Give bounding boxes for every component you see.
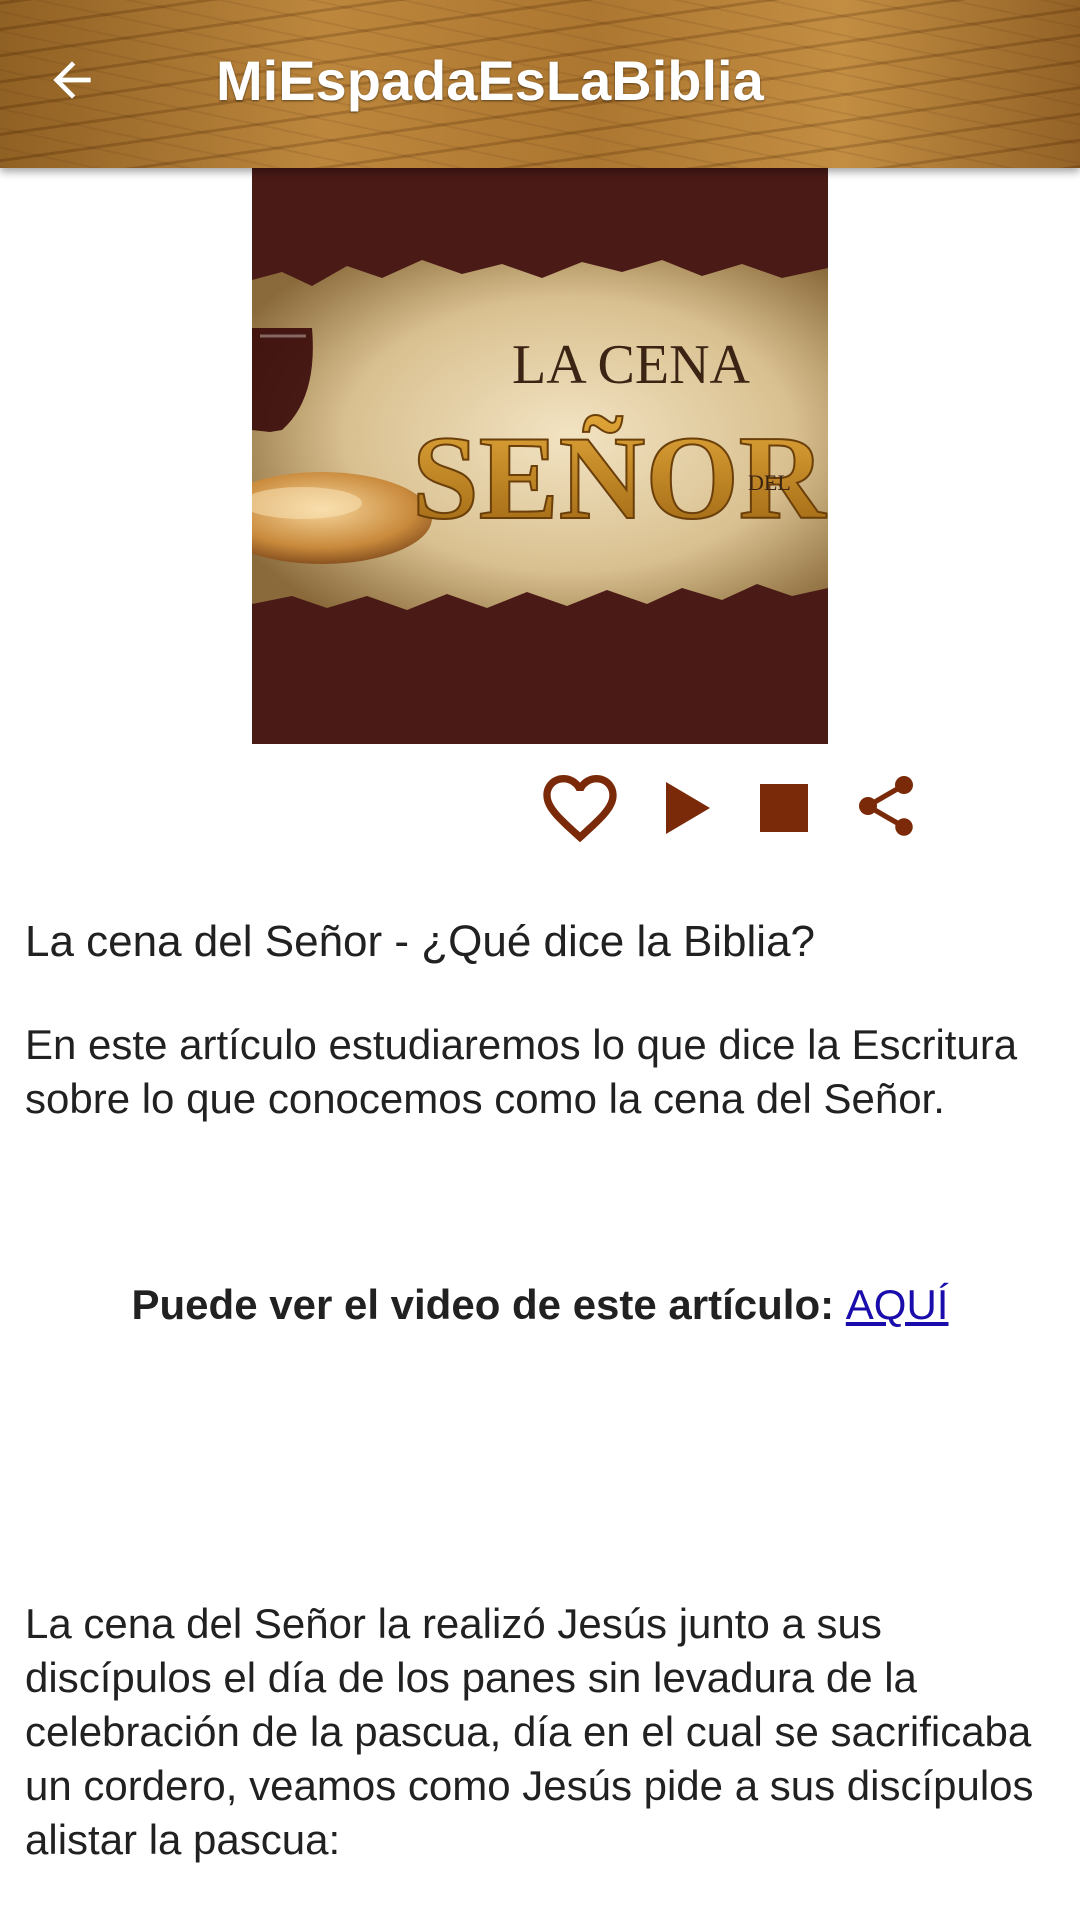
arrow-back-icon[interactable] <box>44 52 100 108</box>
video-link-line: Puede ver el video de este artículo: AQU… <box>0 1278 1080 1332</box>
play-icon[interactable] <box>662 780 714 836</box>
article-image: LA CENA SEÑOR DEL <box>252 168 828 744</box>
heart-outline-icon[interactable] <box>536 764 624 852</box>
app-bar: MiEspadaEsLaBiblia <box>0 0 1080 168</box>
video-link[interactable]: AQUÍ <box>846 1281 949 1328</box>
article-paragraph: La cena del Señor la realizó Jesús junto… <box>25 1600 1034 1863</box>
stop-icon[interactable] <box>760 784 808 832</box>
app-title: MiEspadaEsLaBiblia <box>216 49 764 112</box>
article-title: La cena del Señor - ¿Qué dice la Biblia? <box>25 917 816 966</box>
article-intro: En este artículo estudiaremos lo que dic… <box>25 1021 1018 1122</box>
hero-line3: DEL <box>748 470 791 495</box>
hero-line1: LA CENA <box>512 334 751 396</box>
share-icon[interactable] <box>850 770 922 842</box>
action-bar <box>0 764 1080 864</box>
video-label: Puede ver el video de este artículo: <box>131 1281 846 1328</box>
